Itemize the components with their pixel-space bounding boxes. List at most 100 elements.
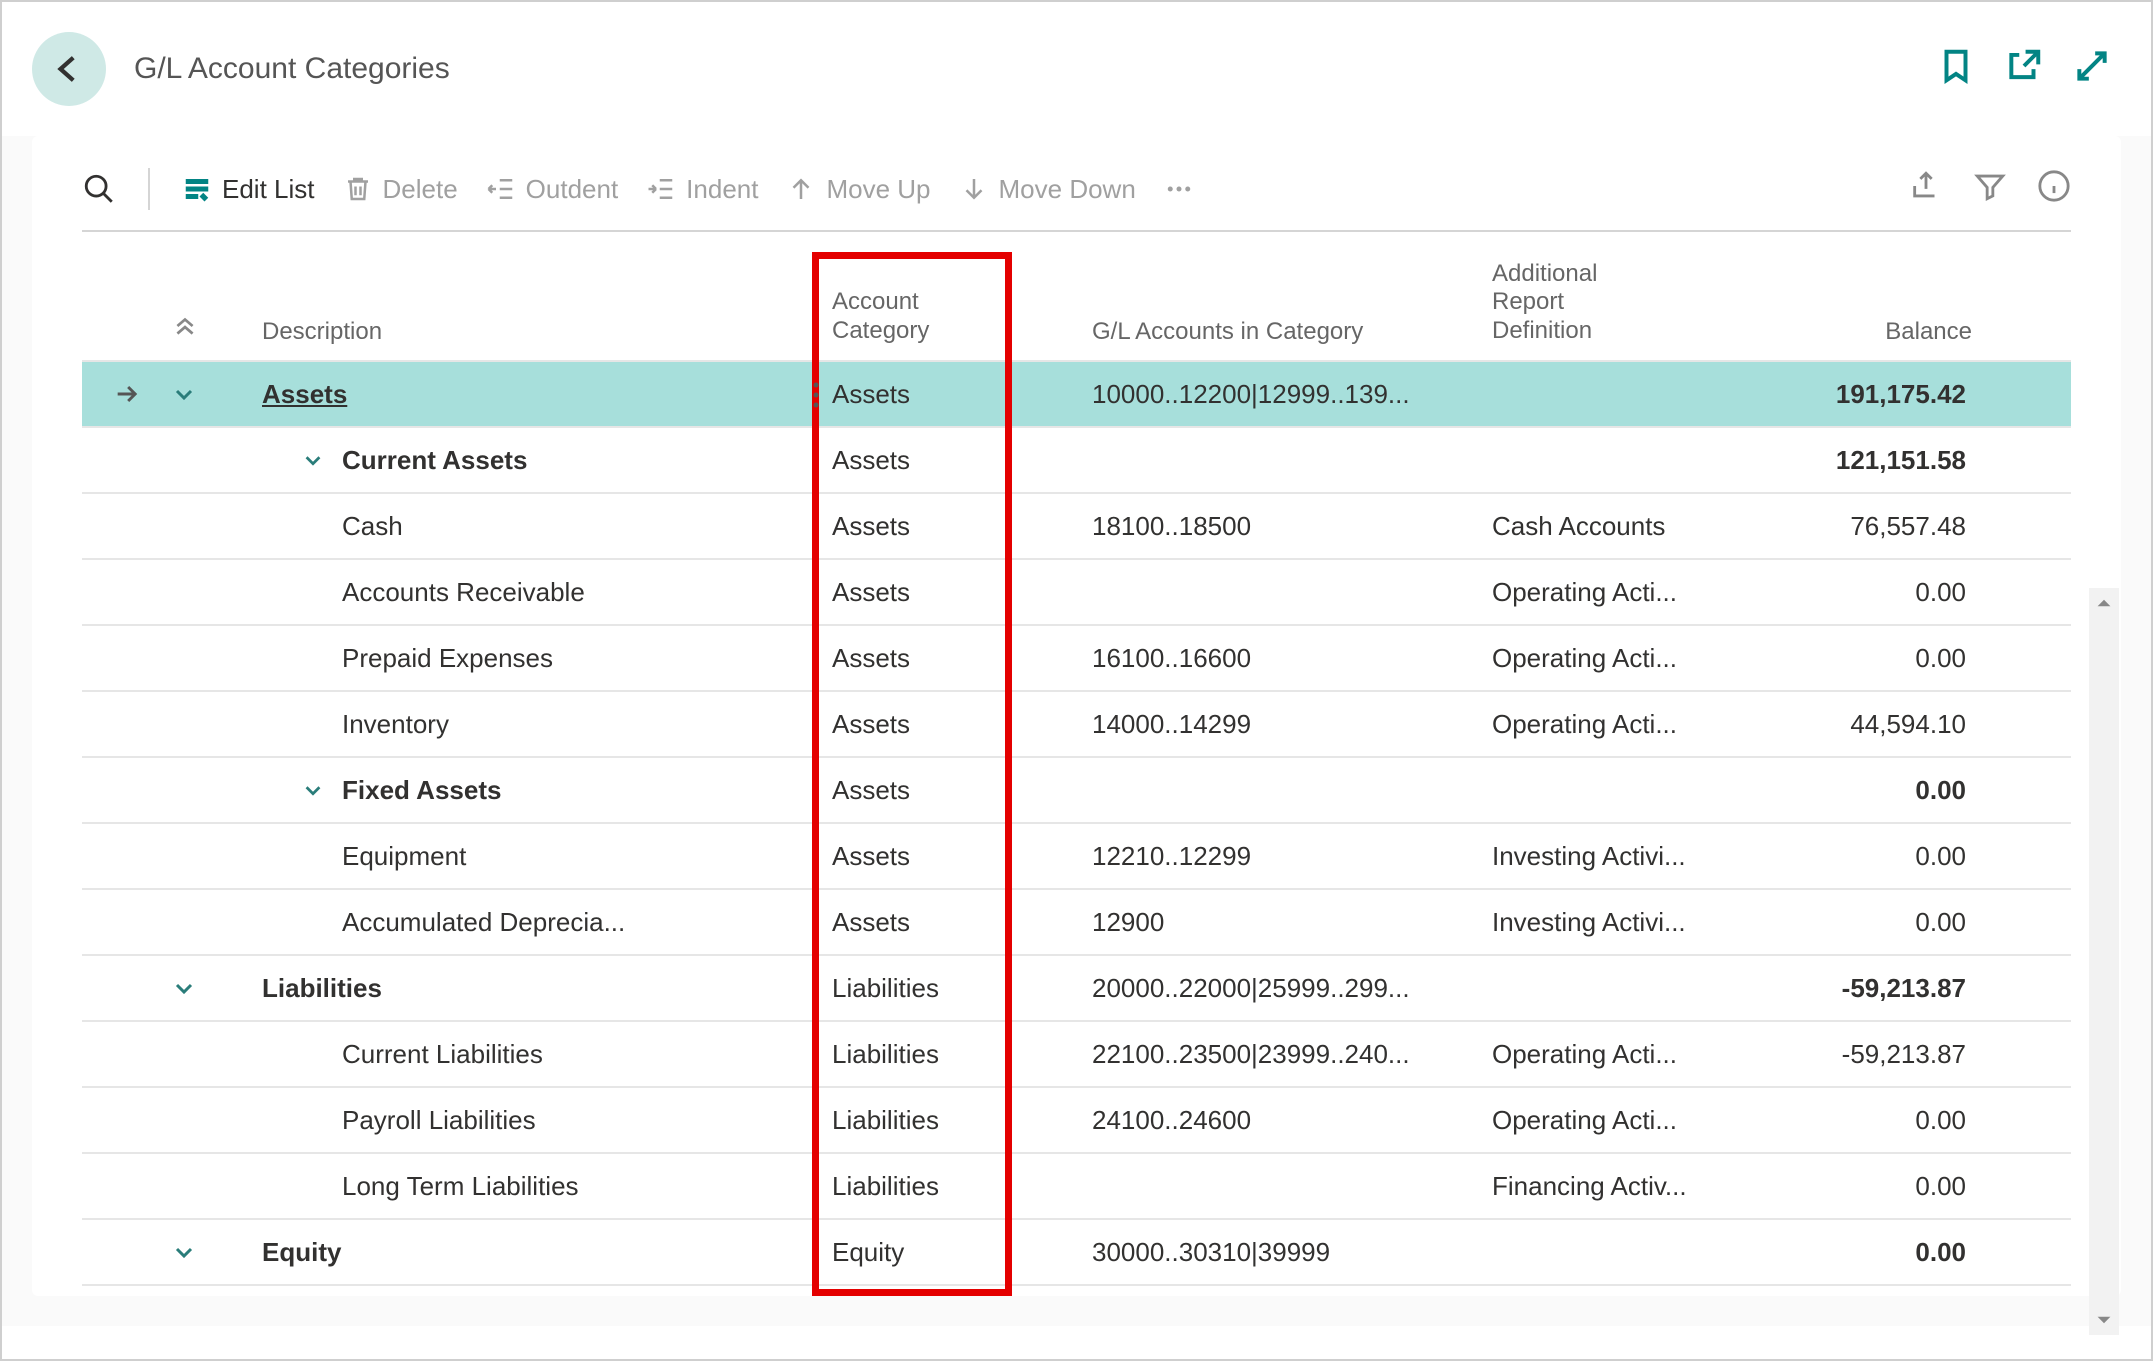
- cell-balance[interactable]: 0.00: [1752, 1105, 1982, 1136]
- more-actions-button[interactable]: [1164, 174, 1194, 204]
- cell-balance[interactable]: 0.00: [1752, 577, 1982, 608]
- cell-report-definition[interactable]: Operating Acti...: [1492, 709, 1752, 740]
- scroll-down-arrow[interactable]: [2096, 1305, 2112, 1335]
- row-more-actions[interactable]: [812, 380, 820, 410]
- cell-report-definition[interactable]: Operating Acti...: [1492, 1105, 1752, 1136]
- cell-category[interactable]: Liabilities: [832, 1039, 1092, 1070]
- cell-balance[interactable]: 0.00: [1752, 1171, 1982, 1202]
- cell-gl-accounts[interactable]: 16100..16600: [1092, 643, 1492, 674]
- table-row[interactable]: Accounts ReceivableAssetsOperating Acti.…: [82, 560, 2071, 626]
- table-row[interactable]: Fixed AssetsAssets 0.00: [82, 758, 2071, 824]
- cell-description[interactable]: Equity: [262, 1237, 832, 1268]
- row-selector[interactable]: [82, 380, 172, 408]
- cell-description[interactable]: Current Assets: [262, 445, 832, 476]
- cell-balance[interactable]: -59,213.87: [1752, 973, 1982, 1004]
- table-row[interactable]: Accumulated Deprecia...Assets12900Invest…: [82, 890, 2071, 956]
- share-button[interactable]: [1909, 169, 1943, 210]
- table-row[interactable]: LiabilitiesLiabilities20000..22000|25999…: [82, 956, 2071, 1022]
- move-up-button[interactable]: Move Up: [786, 174, 930, 205]
- expand-toggle[interactable]: [172, 382, 262, 406]
- outdent-button[interactable]: Outdent: [486, 174, 619, 205]
- expand-button[interactable]: [2073, 47, 2111, 92]
- cell-description[interactable]: Inventory: [262, 709, 832, 740]
- cell-description[interactable]: Liabilities: [262, 973, 832, 1004]
- table-row[interactable]: CashAssets18100..18500Cash Accounts76,55…: [82, 494, 2071, 560]
- filter-button[interactable]: [1973, 169, 2007, 210]
- cell-balance[interactable]: -59,213.87: [1752, 1039, 1982, 1070]
- col-account-category[interactable]: AccountCategory: [832, 288, 1092, 346]
- chevron-down-icon[interactable]: [302, 779, 324, 801]
- cell-report-definition[interactable]: Investing Activi...: [1492, 841, 1752, 872]
- cell-category[interactable]: Assets: [832, 511, 1092, 542]
- col-additional-report[interactable]: AdditionalReportDefinition: [1492, 260, 1752, 346]
- cell-category[interactable]: Assets: [832, 445, 1092, 476]
- cell-description[interactable]: Assets: [262, 379, 832, 410]
- cell-category[interactable]: Liabilities: [832, 1105, 1092, 1136]
- collapse-all-button[interactable]: [172, 313, 262, 346]
- table-row[interactable]: Current AssetsAssets 121,151.58: [82, 428, 2071, 494]
- cell-report-definition[interactable]: Investing Activi...: [1492, 907, 1752, 938]
- cell-gl-accounts[interactable]: 18100..18500: [1092, 511, 1492, 542]
- cell-balance[interactable]: 121,151.58: [1752, 445, 1982, 476]
- cell-balance[interactable]: 0.00: [1752, 1237, 1982, 1268]
- vertical-scrollbar[interactable]: [2089, 588, 2119, 1335]
- cell-report-definition[interactable]: Financing Activ...: [1492, 1171, 1752, 1202]
- cell-gl-accounts[interactable]: 12210..12299: [1092, 841, 1492, 872]
- cell-report-definition[interactable]: Cash Accounts: [1492, 511, 1752, 542]
- chevron-down-icon[interactable]: [302, 449, 324, 471]
- cell-description[interactable]: Accounts Receivable: [262, 577, 832, 608]
- cell-balance[interactable]: 76,557.48: [1752, 511, 1982, 542]
- table-row[interactable]: EquipmentAssets12210..12299Investing Act…: [82, 824, 2071, 890]
- cell-description[interactable]: Cash: [262, 511, 832, 542]
- col-description[interactable]: Description: [262, 318, 832, 346]
- cell-category[interactable]: Liabilities: [832, 1171, 1092, 1202]
- cell-gl-accounts[interactable]: 10000..12200|12999..139...: [1092, 379, 1492, 410]
- expand-toggle[interactable]: [172, 976, 262, 1000]
- cell-description[interactable]: Current Liabilities: [262, 1039, 832, 1070]
- info-button[interactable]: [2037, 169, 2071, 210]
- cell-category[interactable]: Assets: [832, 643, 1092, 674]
- cell-report-definition[interactable]: Operating Acti...: [1492, 1039, 1752, 1070]
- cell-report-definition[interactable]: Operating Acti...: [1492, 643, 1752, 674]
- cell-category[interactable]: Assets: [832, 775, 1092, 806]
- cell-balance[interactable]: 0.00: [1752, 907, 1982, 938]
- delete-button[interactable]: Delete: [343, 174, 458, 205]
- scroll-up-arrow[interactable]: [2096, 588, 2112, 618]
- expand-toggle[interactable]: [172, 1240, 262, 1264]
- indent-button[interactable]: Indent: [646, 174, 758, 205]
- cell-gl-accounts[interactable]: 12900: [1092, 907, 1492, 938]
- cell-balance[interactable]: 191,175.42: [1752, 379, 1982, 410]
- cell-category[interactable]: Liabilities: [832, 973, 1092, 1004]
- cell-gl-accounts[interactable]: 20000..22000|25999..299...: [1092, 973, 1492, 1004]
- cell-balance[interactable]: 44,594.10: [1752, 709, 1982, 740]
- cell-category[interactable]: Assets: [832, 709, 1092, 740]
- col-gl-accounts[interactable]: G/L Accounts in Category: [1092, 318, 1492, 346]
- cell-description[interactable]: Long Term Liabilities: [262, 1171, 832, 1202]
- table-row[interactable]: Current LiabilitiesLiabilities22100..235…: [82, 1022, 2071, 1088]
- cell-gl-accounts[interactable]: 22100..23500|23999..240...: [1092, 1039, 1492, 1070]
- bookmark-button[interactable]: [1937, 47, 1975, 92]
- cell-category[interactable]: Assets: [832, 379, 1092, 410]
- cell-balance[interactable]: 0.00: [1752, 775, 1982, 806]
- cell-description[interactable]: Accumulated Deprecia...: [262, 907, 832, 938]
- edit-list-button[interactable]: Edit List: [182, 174, 315, 205]
- cell-description[interactable]: Fixed Assets: [262, 775, 832, 806]
- cell-category[interactable]: Assets: [832, 577, 1092, 608]
- cell-balance[interactable]: 0.00: [1752, 841, 1982, 872]
- popout-button[interactable]: [2005, 47, 2043, 92]
- move-down-button[interactable]: Move Down: [959, 174, 1136, 205]
- col-balance[interactable]: Balance: [1752, 318, 1982, 346]
- cell-gl-accounts[interactable]: 14000..14299: [1092, 709, 1492, 740]
- cell-category[interactable]: Assets: [832, 907, 1092, 938]
- table-row[interactable]: EquityEquity30000..30310|399990.00: [82, 1220, 2071, 1286]
- cell-gl-accounts[interactable]: 24100..24600: [1092, 1105, 1492, 1136]
- cell-description[interactable]: Payroll Liabilities: [262, 1105, 832, 1136]
- cell-balance[interactable]: 0.00: [1752, 643, 1982, 674]
- cell-description[interactable]: Prepaid Expenses: [262, 643, 832, 674]
- cell-category[interactable]: Assets: [832, 841, 1092, 872]
- cell-category[interactable]: Equity: [832, 1237, 1092, 1268]
- cell-description[interactable]: Equipment: [262, 841, 832, 872]
- scroll-track[interactable]: [2089, 618, 2119, 1305]
- search-button[interactable]: [82, 172, 116, 206]
- table-row[interactable]: AssetsAssets10000..12200|12999..139...19…: [82, 362, 2071, 428]
